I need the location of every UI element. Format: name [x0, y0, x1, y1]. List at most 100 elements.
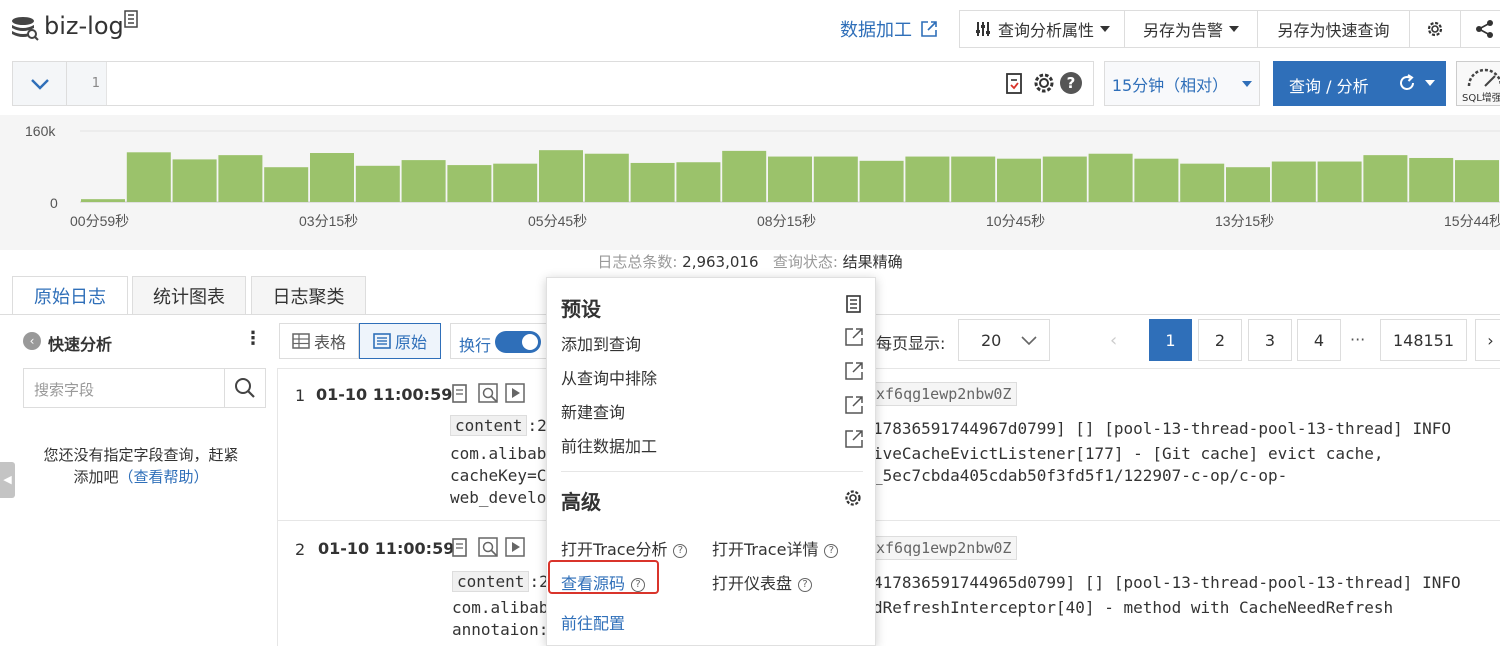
- search-icon: [235, 378, 255, 398]
- open-trace-detail-item[interactable]: 打开Trace详情?: [712, 536, 839, 560]
- field-search-input[interactable]: 搜索字段: [23, 368, 225, 408]
- wrap-toggle-group: 换行: [450, 323, 550, 359]
- save-alert-button[interactable]: 另存为告警: [1124, 10, 1258, 48]
- query-doc-icon[interactable]: [1005, 73, 1025, 95]
- time-range-button[interactable]: 15分钟（相对）: [1104, 61, 1260, 106]
- back-icon[interactable]: ‹: [23, 332, 41, 350]
- goto-config-item[interactable]: 前往配置: [561, 610, 625, 634]
- histogram-bar[interactable]: [539, 150, 583, 202]
- histogram-bar[interactable]: [1317, 161, 1362, 202]
- speedometer-icon: [1467, 68, 1500, 87]
- tab-charts[interactable]: 统计图表: [132, 276, 246, 315]
- histogram-bar[interactable]: [1409, 157, 1454, 202]
- prev-page-button[interactable]: ‹: [1110, 330, 1117, 351]
- histogram-bar[interactable]: [997, 158, 1041, 202]
- field-search-button[interactable]: [224, 368, 266, 408]
- row-tag: xf6qg1ewp2nbw0Z: [870, 382, 1018, 406]
- histogram-bar[interactable]: [1363, 155, 1408, 202]
- page-3-button[interactable]: 3: [1248, 319, 1292, 361]
- histogram-bar[interactable]: [355, 165, 400, 202]
- histogram-bar[interactable]: [401, 160, 446, 202]
- context-search-icon[interactable]: [478, 383, 500, 405]
- histogram-bar[interactable]: [630, 162, 675, 202]
- histogram-bar[interactable]: [905, 156, 950, 202]
- sidebar-collapse-handle[interactable]: ◀: [0, 462, 15, 498]
- histogram-bar[interactable]: [813, 156, 858, 202]
- open-dashboard-label: 打开仪表盘: [712, 574, 793, 593]
- log-line: web_develo: [450, 488, 547, 507]
- histogram-x-label: 05分45秒: [528, 213, 587, 229]
- goto-data-process-item[interactable]: 前往数据加工: [561, 433, 657, 457]
- exclude-from-query-item[interactable]: 从查询中排除: [561, 365, 657, 389]
- histogram-bar[interactable]: [722, 150, 767, 202]
- search-analyze-button[interactable]: 查询 / 分析: [1273, 61, 1446, 106]
- last-page-button[interactable]: 148151: [1380, 319, 1467, 361]
- next-page-button[interactable]: ›: [1475, 319, 1500, 361]
- histogram-bar[interactable]: [1455, 160, 1499, 202]
- refresh-icon[interactable]: [1397, 73, 1417, 93]
- wrap-toggle[interactable]: [495, 331, 541, 353]
- share-button[interactable]: [1460, 10, 1500, 48]
- table-icon: [292, 333, 310, 349]
- help-icon[interactable]: ?: [1060, 72, 1082, 94]
- open-dashboard-item[interactable]: 打开仪表盘?: [712, 570, 813, 594]
- histogram-bar[interactable]: [172, 159, 217, 202]
- view-table-button[interactable]: 表格: [279, 323, 359, 359]
- histogram-bar[interactable]: [1271, 161, 1316, 202]
- query-props-button[interactable]: 查询分析属性: [959, 10, 1125, 48]
- histogram-bar[interactable]: [126, 152, 171, 202]
- tab-log-cluster[interactable]: 日志聚类: [251, 276, 366, 315]
- histogram-bar[interactable]: [1088, 153, 1133, 202]
- histogram-bar[interactable]: [81, 199, 125, 202]
- save-quick-query-button[interactable]: 另存为快速查询: [1257, 10, 1410, 48]
- external-link-icon[interactable]: [845, 362, 863, 380]
- external-link-icon[interactable]: [845, 396, 863, 414]
- histogram-bar[interactable]: [951, 156, 996, 202]
- data-process-link[interactable]: 数据加工: [840, 16, 938, 42]
- query-gear-icon[interactable]: [1032, 71, 1056, 95]
- row-time: 01-10 11:00:59: [316, 385, 453, 404]
- context-search-icon[interactable]: [478, 537, 500, 559]
- histogram-bar[interactable]: [493, 163, 538, 202]
- sql-enhance-button[interactable]: SQL增强: [1456, 61, 1500, 106]
- histogram-bar[interactable]: [447, 165, 492, 202]
- play-icon[interactable]: [505, 537, 527, 559]
- tab-raw-logs[interactable]: 原始日志: [12, 276, 128, 315]
- total-count-value: 2,963,016: [682, 253, 759, 271]
- histogram-bar[interactable]: [1226, 167, 1270, 202]
- collapse-toggle[interactable]: [13, 62, 67, 105]
- settings-button[interactable]: [1409, 10, 1461, 48]
- external-link-icon[interactable]: [845, 430, 863, 448]
- histogram-bar[interactable]: [584, 153, 629, 202]
- new-query-item[interactable]: 新建查询: [561, 399, 625, 423]
- page-4-button[interactable]: 4: [1297, 319, 1341, 361]
- quick-analysis-title: 快速分析: [48, 335, 113, 354]
- play-icon[interactable]: [505, 383, 527, 405]
- external-link-icon[interactable]: [845, 328, 863, 346]
- copy-icon[interactable]: [451, 538, 469, 558]
- page-size-select[interactable]: 20: [958, 319, 1050, 361]
- add-to-query-item[interactable]: 添加到查询: [561, 331, 641, 355]
- query-editor[interactable]: 1 ?: [12, 61, 1094, 106]
- view-raw-button[interactable]: 原始: [359, 323, 441, 359]
- copy-icon[interactable]: [451, 384, 469, 404]
- histogram-bar[interactable]: [218, 155, 263, 202]
- histogram-bar[interactable]: [1180, 163, 1225, 202]
- caret-down-icon[interactable]: [1425, 80, 1435, 86]
- page-2-button[interactable]: 2: [1198, 319, 1242, 361]
- wrap-label: 换行: [459, 336, 492, 355]
- histogram-bar[interactable]: [676, 162, 721, 202]
- page-1-button[interactable]: 1: [1149, 319, 1192, 361]
- more-icon[interactable]: ⋮: [244, 328, 262, 349]
- histogram-bar[interactable]: [859, 160, 904, 202]
- page-size-value: 20: [981, 331, 1002, 350]
- gear-icon[interactable]: [843, 488, 863, 508]
- histogram-bar[interactable]: [1042, 156, 1087, 202]
- histogram-bar[interactable]: [264, 167, 309, 202]
- histogram-bar[interactable]: [768, 156, 812, 202]
- histogram-bar[interactable]: [1134, 158, 1179, 202]
- open-trace-analysis-item[interactable]: 打开Trace分析?: [561, 536, 688, 560]
- help-link[interactable]: （查看帮助）: [119, 468, 209, 486]
- histogram-bar[interactable]: [310, 153, 354, 202]
- document-icon[interactable]: [124, 10, 140, 30]
